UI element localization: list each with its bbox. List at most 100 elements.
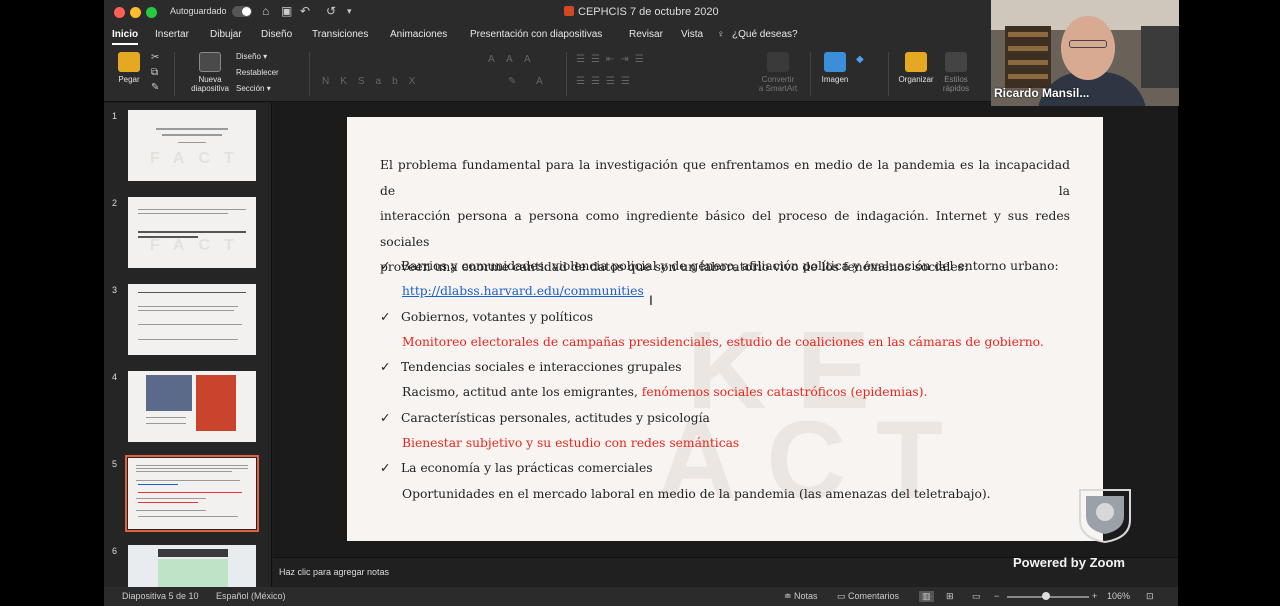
comments-toggle[interactable]: ▭ Comentarios	[837, 591, 899, 602]
language-indicator[interactable]: Español (México)	[216, 591, 286, 601]
font-color-icon[interactable]: A	[536, 76, 543, 87]
participant-face	[1061, 16, 1115, 80]
video-background-object	[1141, 26, 1179, 88]
bullet-sub-item: Racismo, actitud ante los emigrantes, fe…	[402, 385, 928, 400]
tab-inicio[interactable]: Inicio	[112, 29, 139, 45]
thumbnail-number: 2	[112, 198, 118, 208]
tab-vista[interactable]: Vista	[681, 29, 703, 40]
slide-counter: Diapositiva 5 de 10	[122, 591, 199, 601]
slide-thumbnail-selected[interactable]	[125, 455, 259, 532]
slide-header-bar	[158, 549, 228, 557]
tab-dibujar[interactable]: Dibujar	[210, 29, 242, 40]
highlight-icon[interactable]: ✎	[508, 76, 516, 87]
reset-button[interactable]: Restablecer	[236, 68, 279, 77]
comment-icon: ▭	[837, 591, 849, 601]
tab-transiciones[interactable]: Transiciones	[312, 29, 368, 40]
slide-thumbnail[interactable]: FACT	[128, 110, 256, 181]
ribbon-separator	[810, 52, 811, 96]
autosave-label: Autoguardado	[170, 6, 227, 16]
copy-icon[interactable]: ⧉	[151, 67, 158, 78]
image-button[interactable]: Imagen	[818, 52, 852, 84]
notes-placeholder[interactable]: Haz clic para agregar notas	[279, 567, 389, 577]
undo-icon[interactable]: ↶	[300, 4, 310, 18]
tab-diseno[interactable]: Diseño	[261, 29, 292, 40]
slide-thumbnail[interactable]	[128, 371, 256, 442]
quick-styles-icon	[945, 52, 967, 72]
status-bar: Diapositiva 5 de 10 Español (México) ≐ N…	[104, 587, 1178, 606]
check-icon: ✓	[380, 309, 391, 324]
minimize-window-button[interactable]	[130, 7, 141, 18]
participant-glasses	[1069, 40, 1107, 48]
font-size-down-icon[interactable]: A	[506, 54, 513, 65]
shapes-icon[interactable]: ◆	[856, 54, 864, 65]
thumbnail-number: 6	[112, 546, 118, 556]
close-window-button[interactable]	[114, 7, 125, 18]
arrange-button[interactable]: Organizar	[896, 52, 936, 84]
reading-view-icon[interactable]: ▭	[972, 591, 981, 602]
thumbnail-number: 4	[112, 372, 118, 382]
autosave-toggle[interactable]	[232, 6, 252, 17]
list-icons[interactable]: ☰☰⇤⇥☰	[576, 54, 650, 65]
search-input[interactable]: ¿Qué deseas?	[732, 29, 798, 40]
bullet-item: ✓ Características personales, actitudes y…	[380, 406, 1070, 431]
clear-format-icon[interactable]: A	[524, 54, 531, 65]
zoom-slider-handle[interactable]	[1042, 592, 1050, 600]
customize-toolbar-icon[interactable]: ▾	[347, 6, 352, 17]
clipboard-icon	[118, 52, 140, 72]
ribbon-separator	[888, 52, 889, 96]
bullet-item: ✓ Tendencias sociales e interacciones gru…	[380, 355, 1070, 380]
text-cursor-icon: I	[649, 292, 653, 308]
slide-thumbnail[interactable]	[128, 545, 256, 587]
participant-video-tile[interactable]: Ricardo Mansil...	[991, 0, 1179, 106]
slide-chart-area	[158, 559, 228, 587]
communities-link[interactable]: http://dlabss.harvard.edu/communities	[402, 284, 644, 298]
tab-insertar[interactable]: Insertar	[155, 29, 189, 40]
slide-5[interactable]: KE ACT El problema fundamental para la i…	[347, 117, 1103, 541]
save-icon[interactable]: ▣	[281, 4, 292, 18]
bullet-item: ✓ Gobiernos, votantes y políticos	[380, 305, 1070, 330]
tab-animaciones[interactable]: Animaciones	[390, 29, 447, 40]
check-icon: ✓	[380, 360, 391, 375]
lightbulb-icon: ♀	[717, 29, 725, 40]
arrange-icon	[905, 52, 927, 72]
slide-thumbnail[interactable]: FACT	[128, 197, 256, 268]
university-crest-logo	[1079, 489, 1131, 544]
document-title: CEPHCIS 7 de octubre 2020	[564, 6, 719, 18]
home-icon[interactable]: ⌂	[262, 4, 269, 18]
cut-icon[interactable]: ✂	[151, 52, 159, 63]
bullet-sub-item: Oportunidades en el mercado laboral en m…	[402, 486, 991, 501]
tab-presentacion[interactable]: Presentación con diapositivas	[470, 29, 602, 40]
bullet-item: ✓ La economía y las prácticas comerciales	[380, 456, 1070, 481]
font-format-group[interactable]: NKSabX	[322, 76, 426, 87]
bullet-item: ✓ Barrios y comunidades: violencia polici…	[380, 254, 1070, 279]
tab-revisar[interactable]: Revisar	[629, 29, 663, 40]
slide-photo	[146, 375, 192, 411]
thumbnail-number: 5	[112, 459, 118, 469]
slide-photo	[196, 375, 236, 431]
bullet-sub-item: Monitoreo electorales de campañas presid…	[402, 334, 1044, 349]
slide-sorter-icon[interactable]: ⊞	[946, 591, 954, 602]
zoom-out-icon[interactable]: −	[994, 591, 999, 601]
thumbnail-number: 1	[112, 111, 118, 121]
thumbnail-number: 3	[112, 285, 118, 295]
notes-icon: ≐	[784, 591, 795, 601]
layout-button[interactable]: Diseño ▾	[236, 52, 267, 61]
redo-icon[interactable]: ↺	[326, 4, 336, 18]
slide-thumbnail[interactable]	[128, 284, 256, 355]
section-button[interactable]: Sección ▾	[236, 84, 271, 93]
format-painter-icon[interactable]: ✎	[151, 82, 159, 93]
new-slide-button[interactable]: Nueva diapositiva	[188, 52, 232, 93]
zoom-level[interactable]: 106%	[1107, 591, 1130, 601]
ribbon-separator	[174, 52, 175, 96]
smartart-icon	[767, 52, 789, 72]
fit-slide-icon[interactable]: ⊡	[1146, 591, 1154, 602]
quick-styles-button[interactable]: Estilos rápidos	[940, 52, 972, 93]
normal-view-icon[interactable]: ▥	[919, 591, 934, 602]
paste-button[interactable]: Pegar	[112, 52, 146, 84]
zoom-in-icon[interactable]: +	[1092, 591, 1097, 601]
maximize-window-button[interactable]	[146, 7, 157, 18]
convert-smartart-button[interactable]: Convertir a SmartArt	[754, 52, 802, 93]
notes-toggle[interactable]: ≐ Notas	[784, 591, 818, 602]
font-size-up-icon[interactable]: A	[488, 54, 495, 65]
align-icons[interactable]: ☰☰☰☰	[576, 76, 636, 87]
